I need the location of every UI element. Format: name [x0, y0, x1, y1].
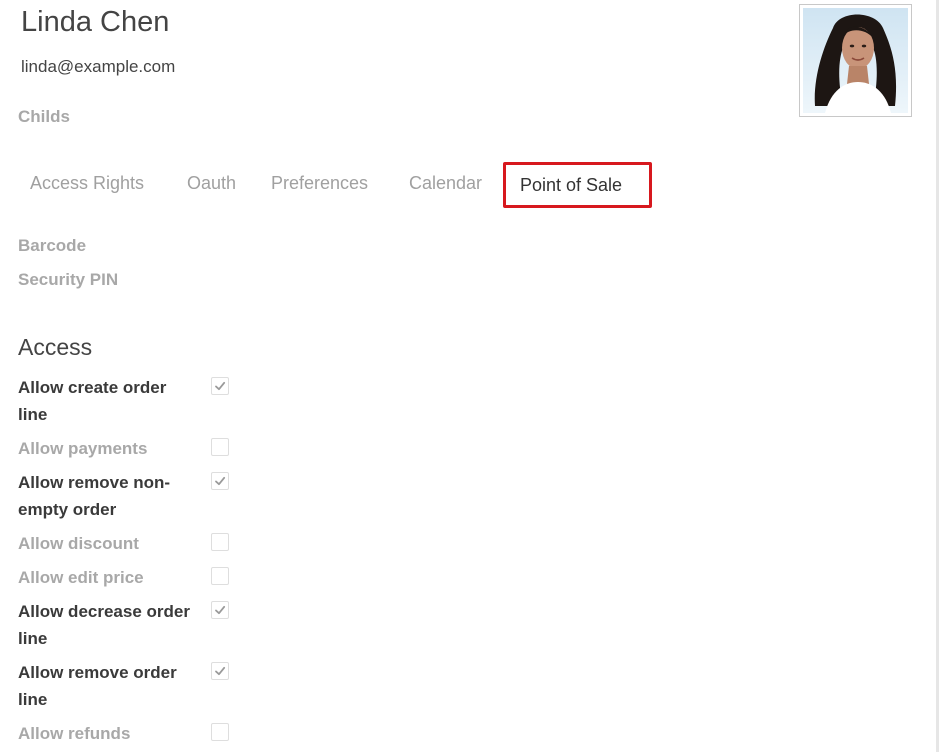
user-email: linda@example.com — [21, 57, 176, 76]
checkmark-icon — [215, 381, 226, 391]
tab-access-rights[interactable]: Access Rights — [16, 162, 158, 208]
security-pin-label: Security PIN — [18, 270, 119, 289]
childs-label: Childs — [18, 107, 70, 126]
checkbox-edit-price[interactable] — [211, 567, 229, 585]
perm-label-payments: Allow payments — [18, 439, 148, 458]
checkbox-refunds[interactable] — [211, 723, 229, 741]
tab-point-of-sale[interactable]: Point of Sale — [503, 162, 652, 208]
checkbox-decrease-order-line[interactable] — [211, 601, 229, 619]
perm-label-remove-non-empty-order: Allow remove non-empty order — [18, 473, 171, 519]
avatar[interactable] — [799, 4, 912, 117]
barcode-label: Barcode — [18, 236, 87, 255]
perm-label-remove-order-line: Allow remove order line — [18, 663, 177, 709]
avatar-photo — [803, 8, 908, 113]
tab-oauth[interactable]: Oauth — [173, 162, 250, 208]
checkbox-remove-order-line[interactable] — [211, 662, 229, 680]
checkbox-create-order-line[interactable] — [211, 377, 229, 395]
user-name: Linda Chen — [21, 6, 170, 38]
perm-label-decrease-order-line: Allow decrease order line — [18, 602, 190, 648]
checkbox-discount[interactable] — [211, 533, 229, 551]
checkmark-icon — [215, 476, 226, 486]
perm-label-edit-price: Allow edit price — [18, 568, 144, 587]
access-section-title: Access — [18, 334, 93, 360]
checkmark-icon — [215, 605, 226, 615]
checkbox-remove-non-empty-order[interactable] — [211, 472, 229, 490]
tab-preferences[interactable]: Preferences — [257, 162, 382, 208]
checkmark-icon — [215, 666, 226, 676]
perm-label-create-order-line: Allow create order line — [18, 378, 167, 424]
perm-label-discount: Allow discount — [18, 534, 139, 553]
perm-label-refunds: Allow refunds — [18, 724, 131, 743]
checkbox-payments[interactable] — [211, 438, 229, 456]
tab-calendar[interactable]: Calendar — [395, 162, 496, 208]
